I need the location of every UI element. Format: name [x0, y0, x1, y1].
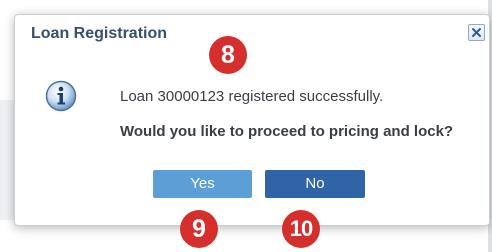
close-button[interactable]: [468, 24, 485, 41]
callout-marker-9: 9: [180, 210, 218, 248]
proceed-question: Would you like to proceed to pricing and…: [120, 123, 454, 140]
callout-marker-10: 10: [282, 210, 320, 248]
yes-button[interactable]: Yes: [153, 170, 252, 198]
success-message: Loan 30000123 registered successfully.: [120, 88, 384, 105]
dialog-title: Loan Registration: [31, 25, 168, 42]
no-button[interactable]: No: [265, 170, 365, 198]
info-icon: [45, 80, 77, 112]
loan-registration-dialog: Loan Registration Loan 30000123 register…: [14, 14, 490, 226]
close-icon: [472, 28, 481, 37]
callout-marker-8: 8: [209, 36, 247, 74]
